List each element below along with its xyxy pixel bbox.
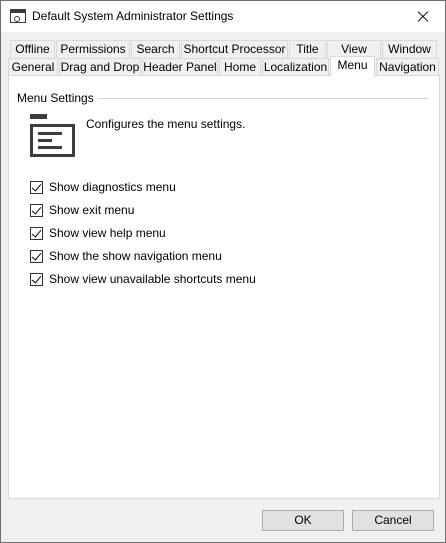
tab-general[interactable]: General bbox=[8, 58, 58, 76]
app-window-icon bbox=[10, 9, 26, 23]
tab-shortcut-processor[interactable]: Shortcut Processor bbox=[181, 40, 288, 58]
close-button[interactable] bbox=[399, 1, 445, 32]
checkbox-checked[interactable] bbox=[30, 250, 43, 263]
settings-dialog: Default System Administrator Settings Of… bbox=[0, 0, 446, 543]
option-label: Show exit menu bbox=[49, 203, 135, 217]
tab-offline[interactable]: Offline bbox=[10, 40, 55, 58]
option-label: Show view unavailable shortcuts menu bbox=[49, 272, 256, 286]
checkbox-checked[interactable] bbox=[30, 227, 43, 240]
checkbox-checked[interactable] bbox=[30, 204, 43, 217]
title-bar: Default System Administrator Settings bbox=[1, 1, 445, 32]
group-divider bbox=[98, 98, 428, 99]
tab-home[interactable]: Home bbox=[219, 58, 261, 76]
group-title: Menu Settings bbox=[17, 91, 98, 105]
tab-menu[interactable]: Menu bbox=[330, 56, 375, 77]
checkbox-checked[interactable] bbox=[30, 273, 43, 286]
option-label: Show the show navigation menu bbox=[49, 249, 222, 263]
tab-title[interactable]: Title bbox=[289, 40, 326, 58]
option-label: Show diagnostics menu bbox=[49, 180, 176, 194]
group-description: Configures the menu settings. bbox=[86, 117, 246, 131]
ok-button[interactable]: OK bbox=[262, 510, 344, 531]
tab-drag-and-drop[interactable]: Drag and Drop bbox=[59, 58, 141, 76]
tab-header-panel[interactable]: Header Panel bbox=[142, 58, 218, 76]
window-title: Default System Administrator Settings bbox=[32, 9, 234, 23]
tab-localization[interactable]: Localization bbox=[262, 58, 329, 76]
tab-permissions[interactable]: Permissions bbox=[56, 40, 130, 58]
tab-navigation[interactable]: Navigation bbox=[376, 58, 439, 76]
option-label: Show view help menu bbox=[49, 226, 166, 240]
tab-search[interactable]: Search bbox=[131, 40, 180, 58]
tab-window[interactable]: Window bbox=[382, 40, 437, 58]
cancel-button[interactable]: Cancel bbox=[352, 510, 434, 531]
menu-settings-icon bbox=[30, 114, 75, 158]
checkbox-checked[interactable] bbox=[30, 181, 43, 194]
